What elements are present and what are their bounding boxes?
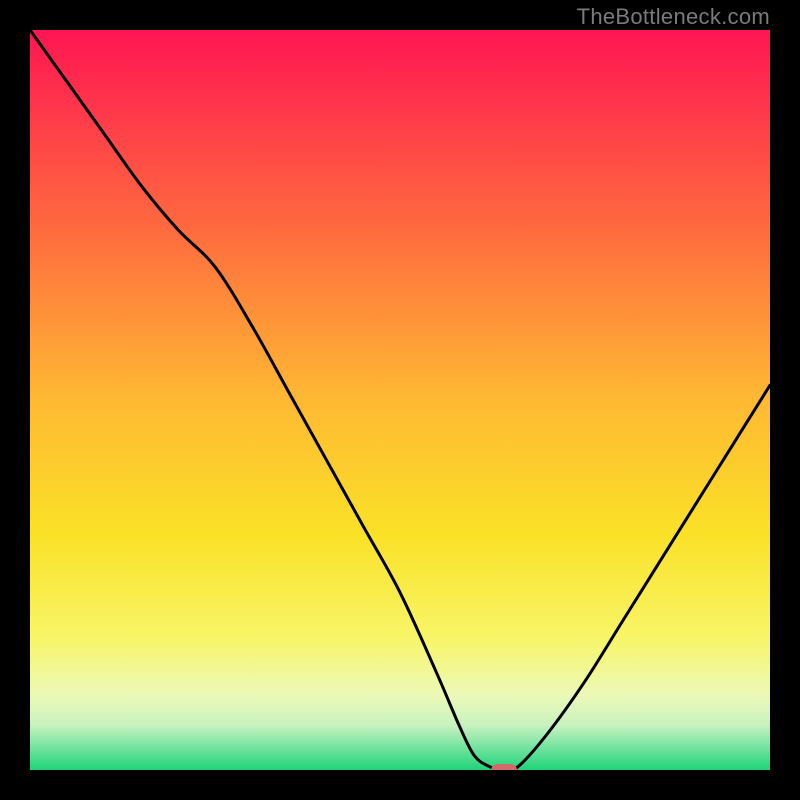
- watermark-label: TheBottleneck.com: [577, 4, 770, 30]
- plot-area: [30, 30, 770, 770]
- chart-frame: TheBottleneck.com: [0, 0, 800, 800]
- optimum-marker: [491, 764, 517, 770]
- bottleneck-curve: [30, 30, 770, 770]
